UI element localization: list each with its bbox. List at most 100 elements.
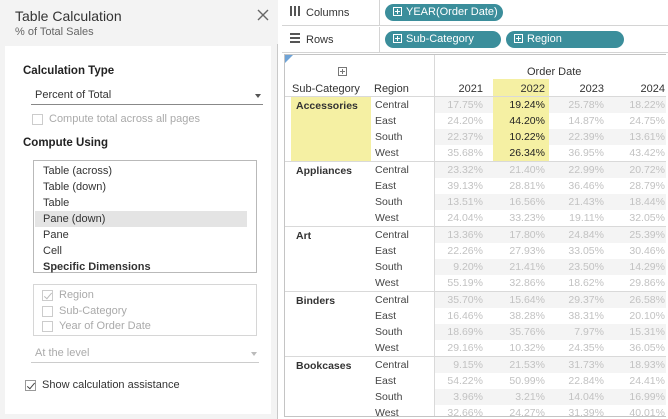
region-label[interactable]: East bbox=[375, 308, 396, 324]
value-cell[interactable]: 13.36% bbox=[425, 227, 483, 243]
region-label[interactable]: East bbox=[375, 243, 396, 259]
value-cell[interactable]: 36.05% bbox=[607, 340, 665, 356]
subcategory-label[interactable]: Appliances bbox=[296, 165, 352, 177]
value-cell[interactable]: 22.37% bbox=[425, 129, 483, 145]
dimension-subcategory-checkbox[interactable] bbox=[42, 305, 53, 317]
value-cell[interactable]: 18.69% bbox=[425, 324, 483, 340]
compute-using-option[interactable]: Specific Dimensions bbox=[35, 259, 247, 275]
value-cell[interactable]: 33.05% bbox=[546, 243, 604, 259]
value-cell[interactable]: 9.20% bbox=[425, 259, 483, 275]
region-label[interactable]: West bbox=[375, 145, 399, 161]
value-cell[interactable]: 9.15% bbox=[425, 357, 483, 373]
at-the-level-select[interactable]: At the level bbox=[31, 345, 259, 363]
compute-using-option[interactable]: Pane bbox=[35, 227, 247, 243]
subcategory-label[interactable]: Bookcases bbox=[296, 360, 351, 372]
compute-total-checkbox-row[interactable]: Compute total across all pages bbox=[32, 112, 200, 126]
value-cell[interactable]: 27.93% bbox=[487, 243, 545, 259]
compute-using-option[interactable]: Table bbox=[35, 195, 247, 211]
value-cell[interactable]: 43.42% bbox=[607, 145, 665, 161]
region-label[interactable]: West bbox=[375, 405, 399, 416]
value-cell[interactable]: 36.46% bbox=[546, 178, 604, 194]
region-label[interactable]: West bbox=[375, 340, 399, 356]
value-cell[interactable]: 30.46% bbox=[607, 243, 665, 259]
dimension-region-checkbox[interactable] bbox=[42, 289, 53, 301]
dimension-year-checkbox[interactable] bbox=[42, 320, 53, 332]
value-cell[interactable]: 22.26% bbox=[425, 243, 483, 259]
value-cell[interactable]: 13.51% bbox=[425, 194, 483, 210]
subcategory-label[interactable]: Art bbox=[296, 230, 311, 242]
value-cell[interactable]: 50.99% bbox=[487, 373, 545, 389]
value-cell[interactable]: 10.22% bbox=[487, 129, 545, 145]
value-cell[interactable]: 3.21% bbox=[487, 389, 545, 405]
year-header[interactable]: 2024 bbox=[615, 83, 665, 95]
year-header[interactable]: 2021 bbox=[433, 83, 483, 95]
region-label[interactable]: South bbox=[375, 389, 402, 405]
value-cell[interactable]: 15.31% bbox=[607, 324, 665, 340]
value-cell[interactable]: 39.13% bbox=[425, 178, 483, 194]
pill-region[interactable]: Region bbox=[506, 31, 624, 48]
value-cell[interactable]: 35.68% bbox=[425, 145, 483, 161]
value-cell[interactable]: 31.73% bbox=[546, 357, 604, 373]
region-label[interactable]: East bbox=[375, 178, 396, 194]
region-label[interactable]: East bbox=[375, 113, 396, 129]
value-cell[interactable]: 24.20% bbox=[425, 113, 483, 129]
value-cell[interactable]: 24.41% bbox=[607, 373, 665, 389]
value-cell[interactable]: 3.96% bbox=[425, 389, 483, 405]
value-cell[interactable]: 16.56% bbox=[487, 194, 545, 210]
value-cell[interactable]: 21.53% bbox=[487, 357, 545, 373]
value-cell[interactable]: 44.20% bbox=[487, 113, 545, 129]
value-cell[interactable]: 13.61% bbox=[607, 129, 665, 145]
value-cell[interactable]: 24.75% bbox=[607, 113, 665, 129]
value-cell[interactable]: 19.11% bbox=[546, 210, 604, 226]
pill-year-order-date[interactable]: YEAR(Order Date) bbox=[385, 4, 503, 21]
value-cell[interactable]: 20.10% bbox=[607, 308, 665, 324]
value-cell[interactable]: 16.99% bbox=[607, 389, 665, 405]
dimension-region-row[interactable]: Region bbox=[42, 288, 94, 302]
dimension-year-row[interactable]: Year of Order Date bbox=[42, 319, 151, 333]
value-cell[interactable]: 20.72% bbox=[607, 162, 665, 178]
value-cell[interactable]: 55.19% bbox=[425, 275, 483, 291]
show-assistance-row[interactable]: Show calculation assistance bbox=[25, 378, 180, 392]
value-cell[interactable]: 29.37% bbox=[546, 292, 604, 308]
value-cell[interactable]: 21.40% bbox=[487, 162, 545, 178]
value-cell[interactable]: 7.97% bbox=[546, 324, 604, 340]
value-cell[interactable]: 32.66% bbox=[425, 405, 483, 416]
value-cell[interactable]: 17.75% bbox=[425, 97, 483, 113]
expand-icon[interactable] bbox=[338, 67, 347, 76]
value-cell[interactable]: 14.04% bbox=[546, 389, 604, 405]
value-cell[interactable]: 18.22% bbox=[607, 97, 665, 113]
value-cell[interactable]: 24.27% bbox=[487, 405, 545, 416]
region-label[interactable]: East bbox=[375, 373, 396, 389]
value-cell[interactable]: 18.93% bbox=[607, 357, 665, 373]
compute-using-list[interactable]: Table (across) Table (down) Table Pane (… bbox=[33, 160, 257, 273]
value-cell[interactable]: 19.24% bbox=[487, 97, 545, 113]
value-cell[interactable]: 38.31% bbox=[546, 308, 604, 324]
pill-sub-category[interactable]: Sub-Category bbox=[385, 31, 501, 48]
value-cell[interactable]: 21.43% bbox=[546, 194, 604, 210]
value-cell[interactable]: 24.84% bbox=[546, 227, 604, 243]
compute-using-option-selected[interactable]: Pane (down) bbox=[35, 211, 247, 227]
value-cell[interactable]: 40.01% bbox=[607, 405, 665, 416]
region-label[interactable]: South bbox=[375, 324, 402, 340]
value-cell[interactable]: 22.99% bbox=[546, 162, 604, 178]
subcategory-header[interactable]: Sub-Category bbox=[292, 83, 360, 95]
year-header[interactable]: 2022 bbox=[495, 83, 545, 95]
value-cell[interactable]: 25.39% bbox=[607, 227, 665, 243]
value-cell[interactable]: 35.76% bbox=[487, 324, 545, 340]
compute-using-option[interactable]: Cell bbox=[35, 243, 247, 259]
value-cell[interactable]: 22.39% bbox=[546, 129, 604, 145]
value-cell[interactable]: 29.16% bbox=[425, 340, 483, 356]
value-cell[interactable]: 14.87% bbox=[546, 113, 604, 129]
value-cell[interactable]: 38.28% bbox=[487, 308, 545, 324]
value-cell[interactable]: 15.64% bbox=[487, 292, 545, 308]
compute-total-checkbox[interactable] bbox=[32, 113, 43, 125]
value-cell[interactable]: 29.86% bbox=[607, 275, 665, 291]
value-cell[interactable]: 54.22% bbox=[425, 373, 483, 389]
value-cell[interactable]: 23.32% bbox=[425, 162, 483, 178]
compute-using-option[interactable]: Table (down) bbox=[35, 179, 247, 195]
region-label[interactable]: South bbox=[375, 194, 402, 210]
region-label[interactable]: Central bbox=[375, 162, 409, 178]
value-cell[interactable]: 25.78% bbox=[546, 97, 604, 113]
value-cell[interactable]: 31.39% bbox=[546, 405, 604, 416]
value-cell[interactable]: 22.84% bbox=[546, 373, 604, 389]
